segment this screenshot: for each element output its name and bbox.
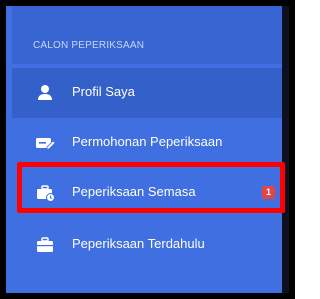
briefcase-icon	[35, 235, 55, 255]
highlight-box	[17, 162, 285, 213]
screenshot-frame: CALON PEPERIKSAAN Profil Saya Permohonan…	[0, 0, 295, 299]
sidebar-item-label: Peperiksaan Terdahulu	[72, 236, 205, 251]
sidebar-item-profil-saya[interactable]: Profil Saya	[12, 68, 282, 118]
section-title: CALON PEPERIKSAAN	[33, 40, 145, 51]
sidebar-item-label: Permohonan Peperiksaan	[72, 134, 223, 149]
sidebar-item-peperiksaan-terdahulu[interactable]: Peperiksaan Terdahulu	[12, 220, 282, 270]
user-icon	[35, 83, 55, 103]
edit-card-icon	[35, 133, 56, 153]
sidebar-section-header: CALON PEPERIKSAAN	[12, 6, 282, 64]
sidebar-item-label: Profil Saya	[72, 84, 135, 99]
content-edge	[282, 6, 289, 293]
sidebar: CALON PEPERIKSAAN Profil Saya Permohonan…	[12, 6, 282, 293]
sidebar-item-permohonan-peperiksaan[interactable]: Permohonan Peperiksaan	[12, 118, 282, 168]
